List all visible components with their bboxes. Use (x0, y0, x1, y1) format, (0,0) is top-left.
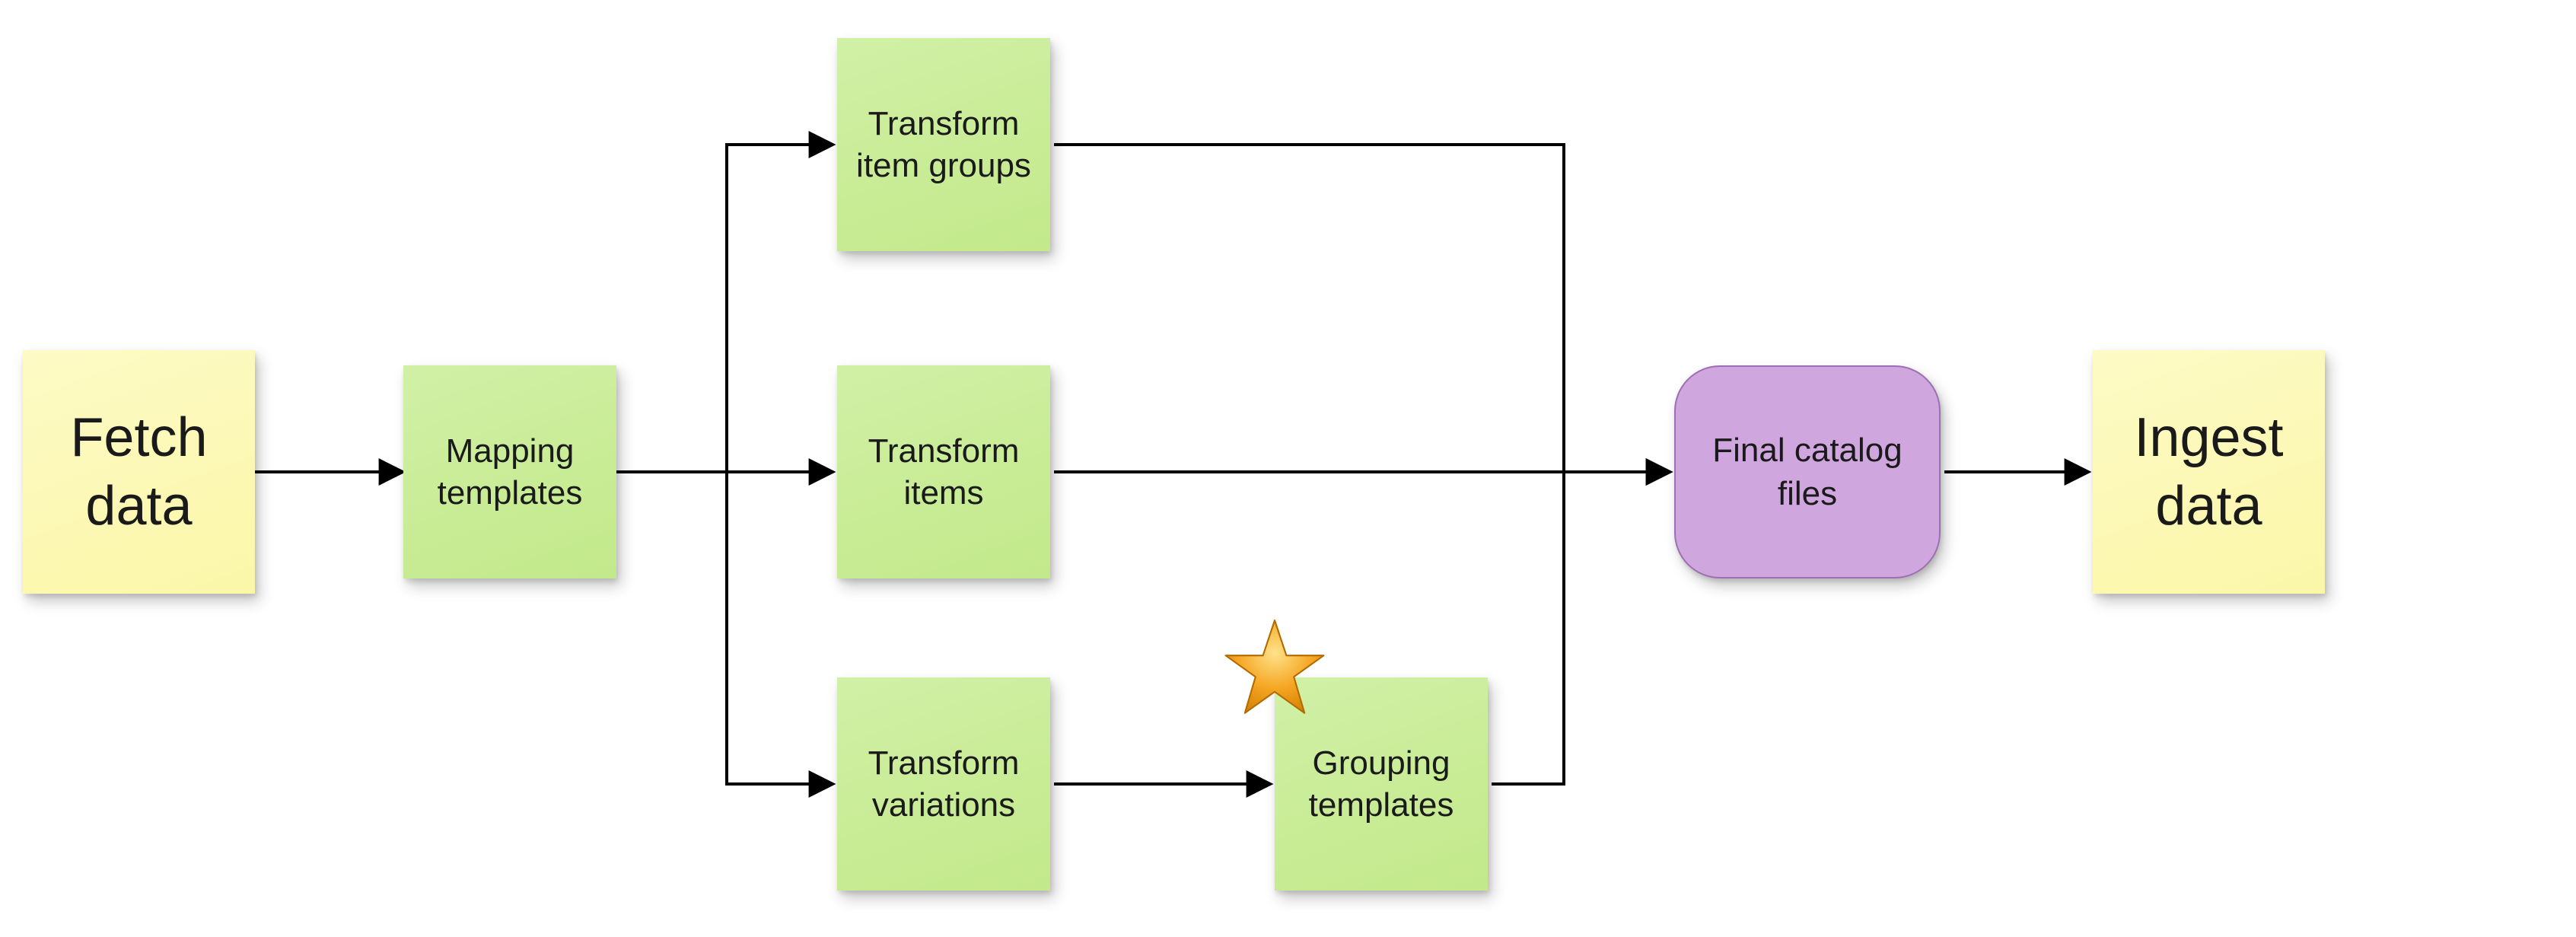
edge-item-groups-to-final (1054, 145, 1670, 472)
node-fetch-data: Fetch data (23, 350, 255, 594)
diagram-canvas: Fetch data Mapping templates Transform i… (0, 0, 2576, 937)
node-final-catalog-files: Final catalog files (1674, 365, 1941, 578)
edge-grouping-to-final (1492, 472, 1670, 784)
edge-mapping-to-item-groups (616, 145, 833, 472)
node-transform-item-groups: Transform item groups (837, 38, 1050, 251)
edge-mapping-to-variations (616, 472, 833, 784)
node-transform-variations: Transform variations (837, 677, 1050, 891)
node-ingest-data: Ingest data (2093, 350, 2325, 594)
node-grouping-templates: Grouping templates (1275, 677, 1488, 891)
node-transform-items: Transform items (837, 365, 1050, 578)
node-mapping-templates: Mapping templates (403, 365, 616, 578)
